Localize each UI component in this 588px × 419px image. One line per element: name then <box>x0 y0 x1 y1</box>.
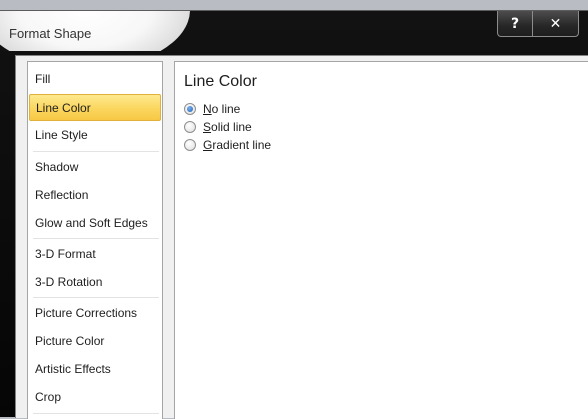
sidebar-item-picture-color[interactable]: Picture Color <box>29 328 161 355</box>
sidebar-item-label: Fill <box>35 72 51 86</box>
sidebar-item-line-style[interactable]: Line Style <box>29 122 161 149</box>
gradient-line-option[interactable]: Gradient line <box>184 137 271 153</box>
gradient-line-label: Gradient line <box>203 138 271 152</box>
sidebar-item-line-color[interactable]: Line Color <box>29 94 161 121</box>
dialog-body: Fill Line Color Line Style Shadow Reflec… <box>15 55 588 419</box>
sidebar-item-label: Reflection <box>35 188 89 202</box>
sidebar-item-label: Shadow <box>35 160 79 174</box>
sidebar-item-label: Line Style <box>35 128 88 142</box>
sidebar-item-shadow[interactable]: Shadow <box>29 154 161 181</box>
title-bar[interactable]: Format Shape ? ✕ <box>0 11 588 51</box>
solid-line-option[interactable]: Solid line <box>184 119 252 135</box>
window-title: Format Shape <box>9 26 92 41</box>
sidebar-divider <box>33 151 159 152</box>
format-shape-dialog: Format Shape ? ✕ Fill Line Color Line St… <box>0 10 588 419</box>
help-icon: ? <box>510 15 520 32</box>
no-line-option[interactable]: No line <box>184 101 240 117</box>
sidebar-item-label: 3-D Rotation <box>35 275 103 289</box>
category-sidebar: Fill Line Color Line Style Shadow Reflec… <box>27 61 163 419</box>
no-line-radio[interactable] <box>184 103 196 115</box>
sidebar-item-label: Picture Color <box>35 334 105 348</box>
line-color-panel: Line Color No line Solid line Gradient l… <box>174 61 588 419</box>
mnemonic-n: N <box>203 102 212 116</box>
sidebar-item-reflection[interactable]: Reflection <box>29 182 161 209</box>
sidebar-item-glow-soft-edges[interactable]: Glow and Soft Edges <box>29 210 161 237</box>
no-line-label: No line <box>203 102 240 116</box>
sidebar-item-fill[interactable]: Fill <box>29 66 161 93</box>
sidebar-item-label: Artistic Effects <box>35 362 111 376</box>
sidebar-divider <box>33 297 159 298</box>
mnemonic-s: S <box>203 120 212 134</box>
help-button[interactable]: ? <box>497 11 533 37</box>
sidebar-divider <box>33 238 159 239</box>
panel-title: Line Color <box>184 73 257 90</box>
sidebar-item-crop[interactable]: Crop <box>29 384 161 411</box>
sidebar-item-label: Picture Corrections <box>35 306 138 320</box>
no-line-label-rest: o line <box>211 102 241 116</box>
solid-line-radio[interactable] <box>184 121 196 133</box>
gradient-line-radio[interactable] <box>184 139 196 151</box>
mnemonic-g: G <box>203 138 213 152</box>
sidebar-item-label: Glow and Soft Edges <box>35 216 148 230</box>
solid-line-label: Solid line <box>203 120 252 134</box>
gradient-line-label-rest: radient line <box>212 138 272 152</box>
close-button[interactable]: ✕ <box>533 11 579 37</box>
sidebar-item-artistic-effects[interactable]: Artistic Effects <box>29 356 161 383</box>
sidebar-item-3d-rotation[interactable]: 3-D Rotation <box>29 269 161 296</box>
sidebar-item-label: 3-D Format <box>35 247 96 261</box>
sidebar-item-picture-corrections[interactable]: Picture Corrections <box>29 300 161 327</box>
close-icon: ✕ <box>549 15 562 32</box>
sidebar-item-label: Crop <box>35 390 62 404</box>
sidebar-item-3d-format[interactable]: 3-D Format <box>29 241 161 268</box>
solid-line-label-rest: olid line <box>211 120 252 134</box>
sidebar-divider <box>33 413 159 414</box>
sidebar-item-label: Line Color <box>36 101 91 115</box>
